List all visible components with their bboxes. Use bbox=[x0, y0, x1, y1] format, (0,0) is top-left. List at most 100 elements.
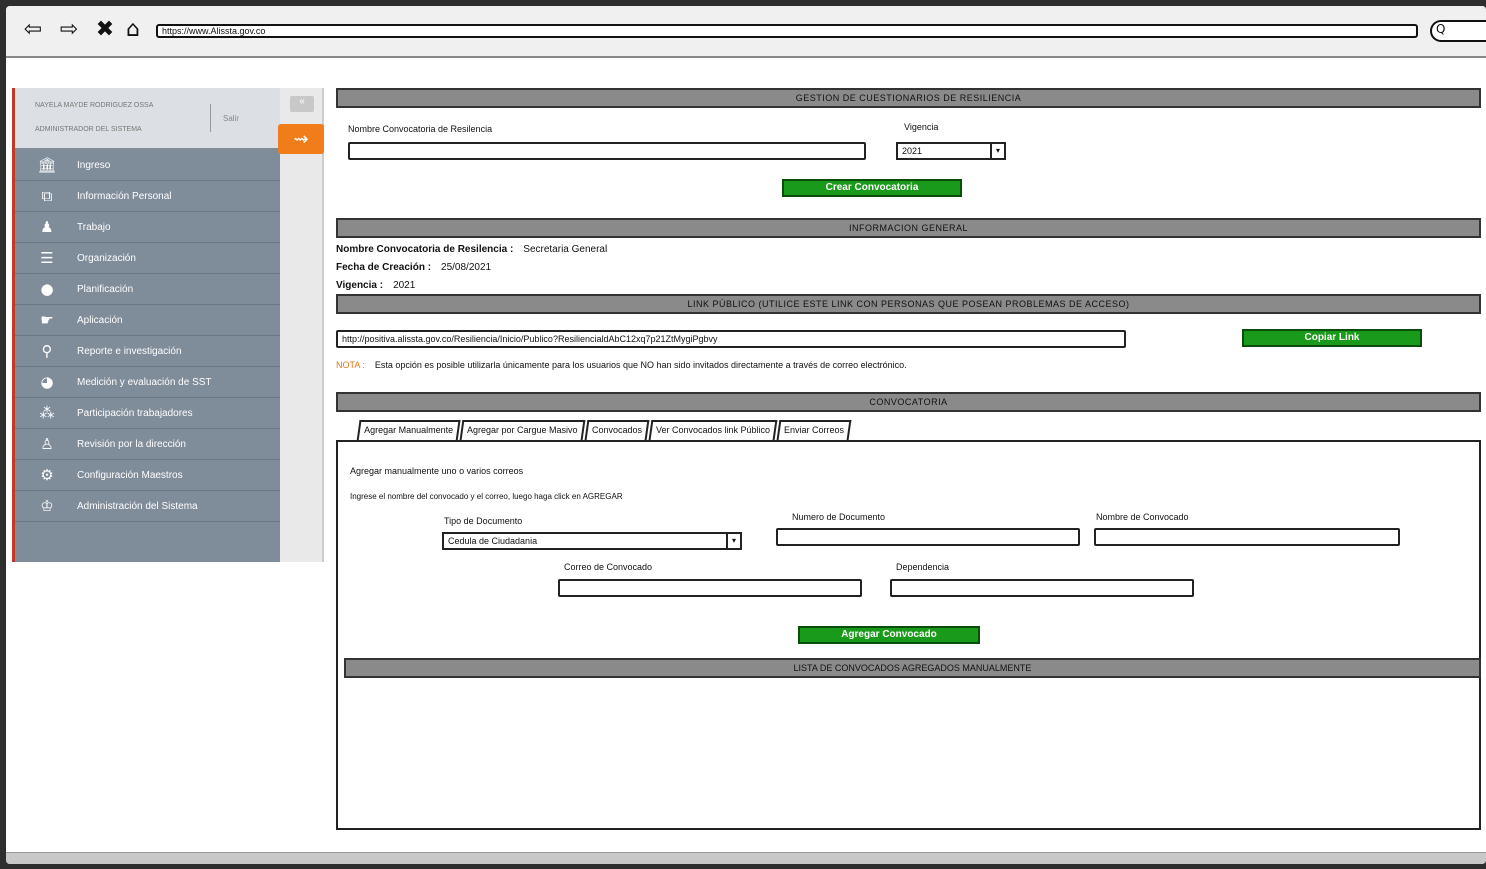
exit-arrow-icon[interactable]: ⇝ bbox=[278, 124, 324, 154]
sidebar-item-label: Administración del Sistema bbox=[77, 500, 198, 512]
sidebar-item-label: Planificación bbox=[77, 283, 134, 295]
divider bbox=[210, 104, 211, 132]
nota-tag: NOTA : bbox=[336, 360, 365, 370]
screen-frame: ⇦ ⇨ ✖ ⌂ https://www.Alissta.gov.co Q NAY… bbox=[0, 0, 1486, 869]
url-bar[interactable]: https://www.Alissta.gov.co bbox=[156, 24, 1418, 38]
lista-convocados-title-bar: LISTA DE CONVOCADOS AGREGADOS MANUALMENT… bbox=[344, 658, 1481, 678]
numero-documento-input[interactable] bbox=[776, 528, 1080, 546]
sidebar-item-informacion-personal[interactable]: ⧉ Información Personal bbox=[15, 181, 280, 212]
sidebar-item-label: Organización bbox=[77, 252, 136, 264]
gestion-title-bar: GESTION DE CUESTIONARIOS DE RESILIENCIA bbox=[336, 88, 1481, 108]
nota-message: Esta opción es posible utilizarla únicam… bbox=[374, 360, 907, 370]
tab-label: Agregar por Cargue Masivo bbox=[467, 425, 578, 435]
pie-chart-icon: ◕ bbox=[40, 373, 54, 391]
sidebar-item-label: Revisión por la dirección bbox=[77, 438, 186, 450]
gear-user-icon: ⚙ bbox=[40, 466, 54, 484]
list-icon: ☰ bbox=[40, 249, 54, 267]
chevron-down-icon: ▾ bbox=[726, 534, 740, 548]
sidebar-item-medicion[interactable]: ◕ Medición y evaluación de SST bbox=[15, 367, 280, 398]
sidebar-item-label: Participación trabajadores bbox=[77, 407, 193, 419]
dependencia-label: Dependencia bbox=[896, 562, 950, 572]
tab-enviar-correos[interactable]: Enviar Correos bbox=[776, 420, 852, 440]
user-name: NAYELA MAYDE RODRIGUEZ OSSA bbox=[35, 102, 154, 109]
sidebar-item-aplicacion[interactable]: ☛ Aplicación bbox=[15, 305, 280, 336]
link-title-bar: LINK PÚBLICO (UTILICE ESTE LINK CON PERS… bbox=[336, 294, 1481, 314]
panel-instruction: Ingrese el nombre del convocado y el cor… bbox=[350, 492, 623, 501]
info-nombre: Nombre Convocatoria de Resilencia : Secre… bbox=[336, 244, 607, 255]
group-icon: ⁂ bbox=[39, 404, 55, 422]
info-vigencia: Vigencia : 2021 bbox=[336, 280, 415, 291]
tipo-documento-value: Cedula de Ciudadania bbox=[448, 536, 538, 546]
sidebar-item-participacion[interactable]: ⁂ Participación trabajadores bbox=[15, 398, 280, 429]
status-bar bbox=[6, 852, 1486, 864]
info-title-bar: INFORMACION GENERAL bbox=[336, 218, 1481, 238]
tipo-documento-select[interactable]: Cedula de Ciudadania ▾ bbox=[442, 532, 742, 550]
agregar-convocado-button[interactable]: Agregar Convocado bbox=[798, 626, 980, 644]
sidebar-item-trabajo[interactable]: ♟ Trabajo bbox=[15, 212, 280, 243]
sidebar-item-label: Reporte e investigación bbox=[77, 345, 182, 357]
copy-link-button[interactable]: Copiar Link bbox=[1242, 329, 1422, 347]
sidebar-item-label: Medición y evaluación de SST bbox=[77, 376, 212, 388]
sidebar-item-configuracion[interactable]: ⚙ Configuración Maestros bbox=[15, 460, 280, 491]
info-vigencia-value: 2021 bbox=[393, 280, 416, 291]
browser-window: ⇦ ⇨ ✖ ⌂ https://www.Alissta.gov.co Q NAY… bbox=[6, 6, 1486, 864]
sidebar-menu: 🏛 Ingreso ⧉ Información Personal ♟ Traba… bbox=[15, 150, 280, 522]
sidebar-item-label: Trabajo bbox=[77, 221, 111, 233]
tab-label: Convocados bbox=[591, 425, 642, 435]
info-nombre-label: Nombre Convocatoria de Resilencia : bbox=[336, 244, 514, 255]
user-review-icon: ♙ bbox=[40, 435, 54, 453]
panel-heading: Agregar manualmente uno o varios correos bbox=[350, 466, 524, 476]
correo-convocado-label: Correo de Convocado bbox=[564, 562, 653, 572]
building-icon: 🏛 bbox=[37, 156, 57, 174]
sidebar: NAYELA MAYDE RODRIGUEZ OSSA ADMINISTRADO… bbox=[12, 88, 280, 562]
info-fecha-value: 25/08/2021 bbox=[441, 262, 492, 273]
dependencia-input[interactable] bbox=[890, 579, 1194, 597]
nombre-convocatoria-input[interactable] bbox=[348, 142, 866, 160]
tab-convocados[interactable]: Convocados bbox=[584, 420, 650, 440]
sidebar-item-label: Ingreso bbox=[77, 159, 111, 171]
home-icon[interactable]: ⌂ bbox=[120, 17, 146, 42]
tab-label: Enviar Correos bbox=[783, 425, 844, 435]
user-box: NAYELA MAYDE RODRIGUEZ OSSA ADMINISTRADO… bbox=[15, 88, 280, 148]
convocatoria-title-bar: CONVOCATORIA bbox=[336, 392, 1481, 412]
info-fecha: Fecha de Creación : 25/08/2021 bbox=[336, 262, 491, 273]
public-link-input[interactable]: http://positiva.alissta.gov.co/Resilienc… bbox=[336, 330, 1126, 348]
correo-convocado-input[interactable] bbox=[558, 579, 862, 597]
sidebar-item-ingreso[interactable]: 🏛 Ingreso bbox=[15, 150, 280, 181]
tab-agregar-manualmente[interactable]: Agregar Manualmente bbox=[356, 420, 461, 442]
collapse-sidebar-button[interactable]: « bbox=[290, 96, 314, 112]
logout-link[interactable]: Salir bbox=[223, 114, 239, 123]
search-icon[interactable]: Q bbox=[1430, 20, 1486, 42]
back-arrow-icon[interactable]: ⇦ bbox=[20, 17, 46, 42]
tab-panel: Agregar manualmente uno o varios correos… bbox=[336, 440, 1481, 830]
nombre-convocado-input[interactable] bbox=[1094, 528, 1400, 546]
worker-icon: ♟ bbox=[40, 218, 54, 236]
info-vigencia-label: Vigencia : bbox=[336, 280, 384, 291]
search-icon: ⚲ bbox=[41, 342, 53, 360]
network-icon: ⧉ bbox=[41, 187, 53, 205]
sidebar-item-label: Configuración Maestros bbox=[77, 469, 183, 481]
sidebar-item-reporte[interactable]: ⚲ Reporte e investigación bbox=[15, 336, 280, 367]
sidebar-item-organizacion[interactable]: ☰ Organización bbox=[15, 243, 280, 274]
sidebar-item-revision[interactable]: ♙ Revisión por la dirección bbox=[15, 429, 280, 460]
vigencia-select[interactable]: 2021 ▾ bbox=[896, 142, 1006, 160]
admin-icon: ♔ bbox=[40, 497, 54, 515]
info-nombre-value: Secretaria General bbox=[523, 244, 608, 255]
sidebar-item-label: Información Personal bbox=[77, 190, 172, 202]
forward-arrow-icon[interactable]: ⇨ bbox=[56, 17, 82, 42]
browser-toolbar: ⇦ ⇨ ✖ ⌂ https://www.Alissta.gov.co Q bbox=[6, 6, 1486, 58]
sidebar-item-planificacion[interactable]: ● Planificación bbox=[15, 274, 280, 305]
tab-convocados-link-publico[interactable]: Ver Convocados link Público bbox=[648, 420, 778, 440]
lightbulb-icon: ● bbox=[40, 280, 54, 298]
tab-label: Ver Convocados link Público bbox=[655, 425, 770, 435]
nombre-convocado-label: Nombre de Convocado bbox=[1096, 512, 1189, 522]
tipo-documento-label: Tipo de Documento bbox=[444, 516, 523, 526]
vigencia-label: Vigencia bbox=[904, 122, 939, 132]
nombre-convocatoria-label: Nombre Convocatoria de Resilencia bbox=[348, 124, 493, 134]
hand-icon: ☛ bbox=[40, 311, 54, 329]
sidebar-collapse-column: « bbox=[280, 88, 324, 562]
tab-cargue-masivo[interactable]: Agregar por Cargue Masivo bbox=[459, 420, 586, 440]
crear-convocatoria-button[interactable]: Crear Convocatoria bbox=[782, 179, 962, 197]
sidebar-item-administracion[interactable]: ♔ Administración del Sistema bbox=[15, 491, 280, 522]
close-icon[interactable]: ✖ bbox=[92, 17, 118, 42]
